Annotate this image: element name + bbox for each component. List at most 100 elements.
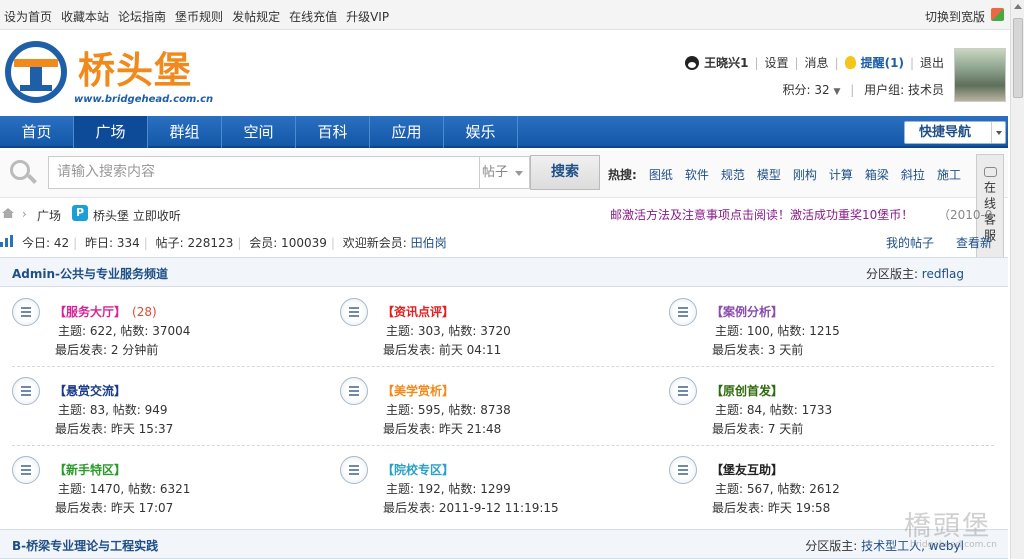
- hot-keyword[interactable]: 刚构: [793, 166, 817, 183]
- forum-icon[interactable]: [669, 377, 697, 405]
- switch-wide-link[interactable]: 切换到宽版: [925, 8, 985, 25]
- username-link[interactable]: 王晓兴1: [704, 54, 748, 71]
- forum-last-post[interactable]: 最后发表: 昨天 17:07: [55, 499, 173, 516]
- qq-icon: [685, 55, 700, 70]
- points-chevron-icon[interactable]: ▼: [834, 87, 841, 97]
- forum-icon[interactable]: [12, 377, 40, 405]
- remind-link[interactable]: 提醒(1): [861, 54, 904, 71]
- coin-rules-link[interactable]: 堡币规则: [175, 8, 223, 25]
- scroll-thumb[interactable]: [1013, 18, 1023, 98]
- hot-keyword[interactable]: 箱梁: [865, 166, 889, 183]
- bookmark-link[interactable]: 收藏本站: [61, 8, 109, 25]
- forum-icon[interactable]: [340, 298, 368, 326]
- hot-keyword[interactable]: 图纸: [649, 166, 673, 183]
- logout-link[interactable]: 退出: [920, 54, 944, 71]
- hot-keyword[interactable]: 模型: [757, 166, 781, 183]
- search-button[interactable]: 搜索: [530, 155, 600, 190]
- view-new-link[interactable]: 查看新: [956, 236, 992, 250]
- forum-name[interactable]: 【堡友互助】: [711, 461, 789, 478]
- forum-icon[interactable]: [340, 377, 368, 405]
- chevron-down-icon[interactable]: [991, 122, 1005, 143]
- section-header[interactable]: Admin-公共与专业服务频道 分区版主: redflag: [0, 257, 1008, 287]
- follow-icon[interactable]: P: [72, 205, 88, 221]
- forum-name[interactable]: 【院校专区】: [382, 461, 460, 478]
- forum-last-post[interactable]: 最后发表: 2 分钟前: [55, 341, 158, 358]
- forum-title[interactable]: 【案例分析】: [711, 305, 783, 319]
- forum-last-post[interactable]: 最后发表: 2011-9-12 11:19:15: [383, 499, 559, 516]
- section-header[interactable]: B-桥梁专业理论与工程实践 分区版主: 技术型工人, webyl: [0, 529, 1008, 559]
- my-posts-link[interactable]: 我的帖子: [886, 236, 934, 250]
- forum-name[interactable]: 【美学赏析】: [382, 382, 460, 399]
- user-panel: 王晓兴1 | 设置 | 消息 | 提醒(1) | 退出 积分: 32 ▼ | 用…: [685, 54, 944, 98]
- forum-last-post[interactable]: 最后发表: 昨天 15:37: [55, 420, 173, 437]
- forum-guide-link[interactable]: 论坛指南: [118, 8, 166, 25]
- points-dropdown[interactable]: 积分: 32: [783, 83, 830, 97]
- forum-last-post[interactable]: 最后发表: 昨天 21:48: [383, 420, 501, 437]
- hot-keyword[interactable]: 施工: [937, 166, 961, 183]
- forum-icon[interactable]: [669, 456, 697, 484]
- nav-space[interactable]: 空间: [222, 116, 296, 148]
- upgrade-vip-link[interactable]: 升级VIP: [346, 8, 389, 25]
- wide-layout-icon[interactable]: [991, 8, 1004, 21]
- nav-square[interactable]: 广场: [74, 116, 148, 148]
- avatar[interactable]: [954, 48, 1006, 102]
- forum-stats: 主题: 303, 帖数: 3720: [386, 324, 511, 338]
- notice-link[interactable]: 邮激活方法及注意事项点击阅读！激活成功重奖10堡币！: [610, 206, 913, 223]
- moderator-label: 分区版主:: [805, 539, 862, 553]
- forum-icon[interactable]: [12, 298, 40, 326]
- forum-last-post[interactable]: 最后发表: 3 天前: [712, 341, 803, 358]
- nav-apps[interactable]: 应用: [370, 116, 444, 148]
- messages-link[interactable]: 消息: [805, 54, 829, 71]
- search-type-select[interactable]: 帖子: [480, 156, 530, 189]
- forum-title[interactable]: 【悬赏交流】: [54, 384, 126, 398]
- nav-entertainment[interactable]: 娱乐: [444, 116, 518, 148]
- forum-title[interactable]: 【院校专区】: [382, 463, 454, 477]
- moderator-link[interactable]: 技术型工人, webyl: [861, 539, 964, 553]
- forum-last-post[interactable]: 最后发表: 前天 04:11: [383, 341, 501, 358]
- newest-member-link[interactable]: 田伯岗: [411, 236, 447, 250]
- forum-last-post[interactable]: 最后发表: 昨天 19:58: [712, 499, 830, 516]
- forum-title[interactable]: 【新手特区】: [54, 463, 126, 477]
- forum-name[interactable]: 【悬赏交流】: [54, 382, 132, 399]
- scroll-up-arrow-icon[interactable]: [1014, 4, 1022, 9]
- forum-title[interactable]: 【服务大厅】: [54, 305, 126, 319]
- forum-title[interactable]: 【堡友互助】: [711, 463, 783, 477]
- stat-yesterday: 昨日: 334: [85, 236, 140, 250]
- section-title[interactable]: Admin-公共与专业服务频道: [12, 265, 168, 282]
- hot-keyword[interactable]: 规范: [721, 166, 745, 183]
- stat-posts: 帖子: 228123: [155, 236, 234, 250]
- set-homepage-link[interactable]: 设为首页: [4, 8, 52, 25]
- quick-nav-button[interactable]: 快捷导航: [904, 121, 1006, 144]
- hot-keyword[interactable]: 斜拉: [901, 166, 925, 183]
- home-icon[interactable]: [2, 208, 14, 218]
- forum-title[interactable]: 【资讯点评】: [382, 305, 454, 319]
- breadcrumb-square[interactable]: 广场: [37, 207, 61, 224]
- forum-name[interactable]: 【服务大厅】 (28): [54, 303, 157, 320]
- posting-rules-link[interactable]: 发帖规定: [232, 8, 280, 25]
- forum-last-post[interactable]: 最后发表: 7 天前: [712, 420, 803, 437]
- hot-keyword[interactable]: 软件: [685, 166, 709, 183]
- forum-icon[interactable]: [340, 456, 368, 484]
- site-logo[interactable]: 桥头堡 www.bridgehead.com.cn: [2, 38, 213, 110]
- recharge-link[interactable]: 在线充值: [289, 8, 337, 25]
- forum-title[interactable]: 【美学赏析】: [382, 384, 454, 398]
- settings-link[interactable]: 设置: [764, 54, 788, 71]
- nav-wiki[interactable]: 百科: [296, 116, 370, 148]
- forum-icon[interactable]: [669, 298, 697, 326]
- follow-link[interactable]: 桥头堡 立即收听: [93, 207, 181, 224]
- forum-icon[interactable]: [12, 456, 40, 484]
- forum-name[interactable]: 【案例分析】: [711, 303, 789, 320]
- nav-groups[interactable]: 群组: [148, 116, 222, 148]
- scrollbar[interactable]: [1010, 0, 1024, 559]
- hot-keyword[interactable]: 计算: [829, 166, 853, 183]
- moderator-link[interactable]: redflag: [922, 267, 964, 281]
- search-input[interactable]: 请输入搜索内容: [48, 156, 480, 189]
- bulb-icon: [844, 56, 856, 69]
- forum-card: 【堡友互助】 主题: 567, 帖数: 2612 最后发表: 昨天 19:58: [657, 446, 977, 525]
- forum-title[interactable]: 【原创首发】: [711, 384, 783, 398]
- section-title[interactable]: B-桥梁专业理论与工程实践: [12, 537, 158, 554]
- forum-name[interactable]: 【资讯点评】: [382, 303, 460, 320]
- nav-home[interactable]: 首页: [0, 116, 74, 148]
- forum-name[interactable]: 【新手特区】: [54, 461, 132, 478]
- forum-name[interactable]: 【原创首发】: [711, 382, 789, 399]
